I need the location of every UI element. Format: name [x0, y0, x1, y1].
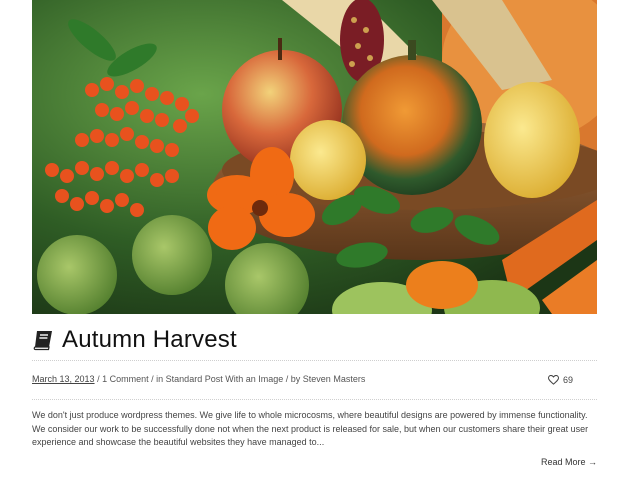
likes-button[interactable]: 69	[547, 375, 573, 385]
post-excerpt: We don't just produce wordpress themes. …	[32, 410, 589, 447]
author-prefix: by	[290, 374, 301, 384]
book-icon	[32, 329, 54, 351]
post-title-row: Autumn Harvest	[32, 325, 237, 355]
post-title[interactable]: Autumn Harvest	[62, 326, 237, 354]
likes-count: 69	[562, 375, 573, 385]
blog-post: Autumn Harvest March 13, 2013 / 1 Commen…	[32, 0, 597, 467]
featured-image	[32, 0, 597, 314]
heart-icon	[547, 375, 559, 385]
comments-link[interactable]: 1 Comment	[102, 374, 149, 384]
featured-image-link[interactable]	[32, 0, 597, 314]
category-prefix: in	[156, 374, 164, 384]
author-link[interactable]: Steven Masters	[303, 374, 366, 384]
post-meta: March 13, 2013 / 1 Comment / in Standard…	[32, 374, 365, 384]
post-date-link[interactable]: March 13, 2013	[32, 374, 95, 384]
read-more-link[interactable]: Read More →	[541, 457, 597, 467]
title-divider	[32, 360, 597, 361]
meta-divider	[32, 399, 597, 400]
category-link[interactable]: Standard Post With an Image	[166, 374, 284, 384]
